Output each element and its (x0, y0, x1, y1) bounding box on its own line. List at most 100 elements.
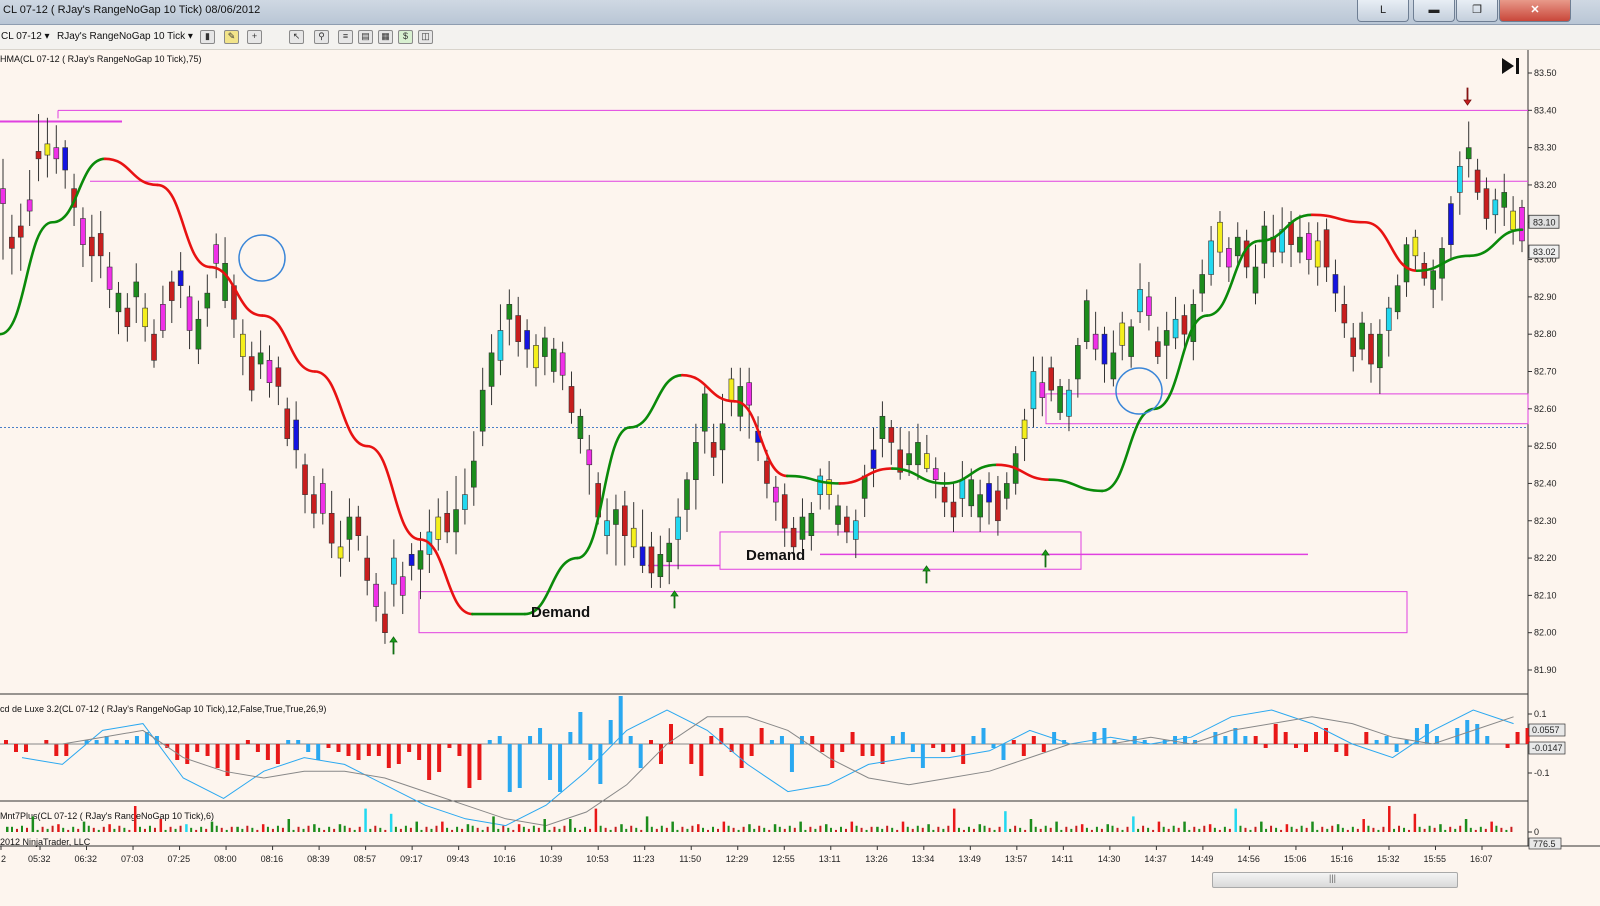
horizontal-scrollbar[interactable]: ||| (1212, 872, 1458, 888)
volume-bar (625, 828, 628, 832)
macd-histogram-bar (870, 744, 875, 756)
properties-icon[interactable]: $ (398, 30, 413, 44)
macd-badge-1-text: 0.0557 (1532, 725, 1560, 735)
macd-histogram-bar (356, 744, 361, 760)
time-tick-label: 08:16 (261, 854, 284, 864)
candle-body (1092, 333, 1099, 350)
candle-body (133, 281, 140, 298)
zoom-icon[interactable]: ⚲ (314, 30, 329, 44)
price-tick-label: 82.60 (1534, 404, 1557, 414)
volume-bar (942, 828, 945, 832)
maximize-icon: ❐ (1472, 4, 1482, 16)
candle-body (559, 352, 566, 376)
chart-area[interactable]: HMA(CL 07-12 ( RJay's RangeNoGap 10 Tick… (0, 50, 1600, 870)
volume-bar (333, 828, 336, 832)
candle-body (781, 494, 788, 529)
candle-body (941, 486, 948, 503)
cursor-icon[interactable]: ↖ (289, 30, 304, 44)
volume-bar (548, 829, 551, 832)
time-tick-label: 15:06 (1284, 854, 1307, 864)
macd-histogram-bar (235, 744, 240, 760)
minimize-button[interactable]: ▬ (1413, 0, 1455, 22)
volume-bar (860, 827, 863, 832)
candle-body (1359, 322, 1365, 350)
volume-bar (251, 827, 254, 832)
pencil-icon[interactable]: ✎ (224, 30, 239, 44)
candle-body (995, 490, 1001, 522)
period-selector[interactable]: RJay's RangeNoGap 10 Tick ▾ (57, 31, 193, 42)
macd-histogram-bar (286, 740, 291, 744)
volume-bar (543, 819, 546, 832)
instrument-selector[interactable]: CL 07-12 ▾ (1, 31, 50, 42)
volume-bar (773, 824, 777, 832)
volume-bar (461, 828, 464, 832)
strategy-icon[interactable]: ▦ (378, 30, 393, 44)
layout-icon[interactable]: ◫ (418, 30, 433, 44)
volume-bar (758, 825, 761, 832)
macd-histogram-bar (1364, 732, 1369, 744)
indicators-icon[interactable]: ≡ (338, 30, 353, 44)
volume-bar (671, 821, 674, 832)
candlestick-icon[interactable]: ▮ (200, 30, 215, 44)
volume-bar (143, 828, 146, 832)
maximize-button[interactable]: ❐ (1456, 0, 1498, 22)
price-tick-label: 82.30 (1534, 516, 1557, 526)
volume-bar (1505, 829, 1508, 832)
candle-body (542, 337, 548, 357)
volume-bar (420, 829, 423, 832)
volume-bar (886, 825, 889, 832)
volume-bar (1167, 828, 1170, 832)
macd-histogram-bar (558, 744, 563, 792)
macd-histogram-bar (64, 744, 69, 756)
candle-body (382, 613, 388, 633)
volume-bar (1075, 825, 1078, 832)
volume-bar (46, 828, 49, 832)
macd-histogram-bar (608, 720, 613, 744)
macd-histogram-bar (1001, 744, 1006, 760)
volume-bar (246, 825, 249, 832)
candle-body (1172, 318, 1179, 339)
volume-bar (1321, 826, 1324, 832)
volume-bar (1024, 829, 1027, 832)
volume-bar (1060, 829, 1063, 832)
macd-histogram-bar (931, 744, 936, 748)
volume-bar (1367, 825, 1370, 832)
candle-body (968, 479, 975, 507)
volume-bar (778, 826, 781, 832)
macd-histogram-bar (1031, 736, 1036, 744)
volume-bar (16, 828, 18, 832)
macd-histogram-bar (487, 740, 492, 744)
candle-body (1146, 296, 1152, 316)
macd-histogram-bar (1475, 724, 1480, 744)
volume-bar (353, 829, 356, 832)
candle-body (1217, 221, 1223, 253)
candle-body (915, 442, 921, 466)
layout-button[interactable]: L (1357, 0, 1409, 22)
candle-body (693, 442, 699, 481)
candle-body (80, 218, 86, 245)
time-tick-label: 14:37 (1144, 854, 1167, 864)
volume-bar (1290, 826, 1293, 832)
candle-body (568, 386, 575, 413)
volume-bar (364, 808, 367, 832)
volume-bar (220, 827, 223, 832)
macd-badge-2-text: -0.0147 (1532, 743, 1563, 753)
candle-body (1306, 233, 1312, 260)
volume-bar (1203, 825, 1206, 832)
candle-body (417, 550, 424, 570)
time-tick-label: 10:16 (493, 854, 516, 864)
candle-body (977, 494, 983, 518)
volume-bar (1295, 828, 1298, 832)
templates-icon[interactable]: ▤ (358, 30, 373, 44)
volume-bar (640, 829, 643, 832)
volume-bar (394, 826, 397, 832)
volume-bar (691, 825, 694, 832)
crosshair-icon[interactable]: + (247, 30, 262, 44)
close-button[interactable]: ✕ (1499, 0, 1571, 22)
minimize-icon: ▬ (1428, 4, 1440, 16)
volume-bar (1208, 824, 1212, 832)
volume-bar (271, 828, 274, 832)
macd-histogram-bar (528, 736, 533, 744)
volume-bar (313, 824, 316, 832)
candle-body (319, 483, 326, 514)
